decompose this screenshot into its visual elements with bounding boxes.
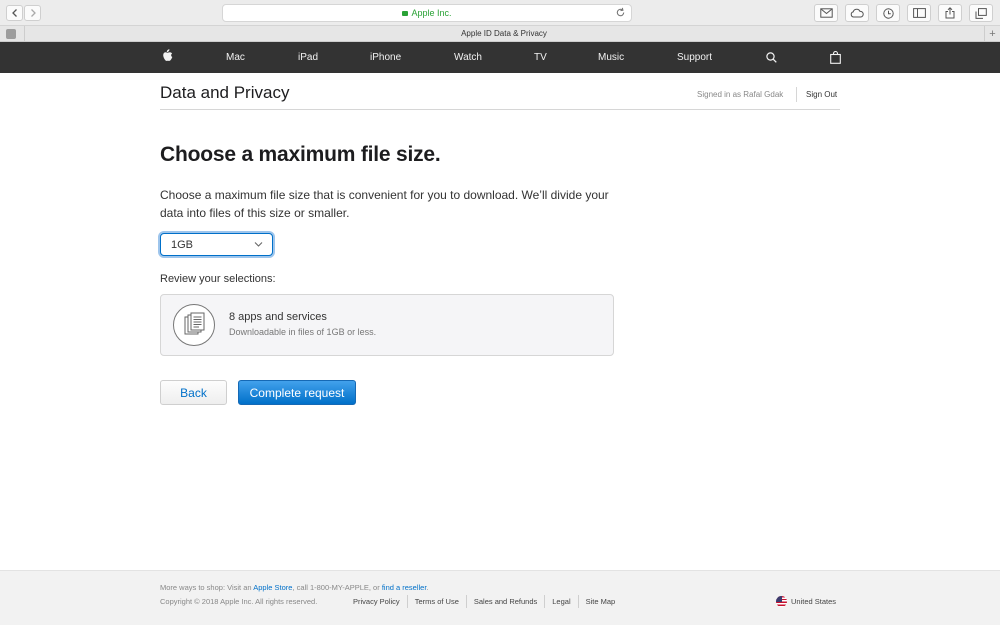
tabs-overview-button[interactable] bbox=[969, 4, 993, 22]
localnav-divider bbox=[796, 87, 797, 102]
clock-icon bbox=[882, 7, 894, 19]
address-bar[interactable]: Apple Inc. bbox=[222, 4, 632, 22]
signed-in-text: Signed in as Rafal Gdak bbox=[697, 90, 784, 99]
sidebar-icon bbox=[912, 8, 926, 18]
apple-logo-icon[interactable] bbox=[162, 49, 173, 62]
us-flag-icon bbox=[776, 596, 787, 607]
footer: More ways to shop: Visit an Apple Store,… bbox=[0, 570, 1000, 625]
step-description: Choose a maximum file size that is conve… bbox=[160, 188, 609, 220]
chevron-down-icon bbox=[254, 242, 263, 247]
cloud-icon bbox=[850, 8, 864, 18]
more-ways-to-shop: More ways to shop: Visit an Apple Store,… bbox=[160, 583, 429, 592]
tab-favicon-icon bbox=[6, 29, 16, 39]
bag-icon[interactable] bbox=[830, 51, 841, 64]
new-tab-button[interactable]: + bbox=[984, 26, 1000, 42]
nav-item-ipad[interactable]: iPad bbox=[298, 52, 318, 63]
country-selector[interactable]: United States bbox=[776, 596, 836, 607]
documents-icon bbox=[173, 304, 215, 346]
sidebar-button[interactable] bbox=[907, 4, 931, 22]
page-title: Data and Privacy bbox=[160, 83, 290, 102]
chevron-right-icon bbox=[30, 9, 36, 17]
share-button[interactable] bbox=[938, 4, 962, 22]
local-nav: Data and Privacy Signed in as Rafal Gdak… bbox=[160, 83, 840, 110]
footer-link-sales-and-refunds[interactable]: Sales and Refunds bbox=[465, 595, 544, 608]
file-size-value: 1GB bbox=[171, 239, 194, 251]
forward-nav-button[interactable] bbox=[24, 5, 41, 21]
nav-item-tv[interactable]: TV bbox=[534, 52, 547, 63]
plus-icon: + bbox=[989, 28, 996, 40]
mail-button[interactable] bbox=[814, 4, 838, 22]
global-nav: Mac iPad iPhone Watch TV Music Support bbox=[0, 42, 1000, 73]
review-selection-card: 8 apps and services Downloadable in file… bbox=[160, 294, 614, 356]
history-button[interactable] bbox=[876, 4, 900, 22]
back-nav-button[interactable] bbox=[6, 5, 23, 21]
sign-out-link[interactable]: Sign Out bbox=[806, 90, 837, 99]
complete-request-button[interactable]: Complete request bbox=[238, 380, 356, 405]
share-icon bbox=[945, 7, 955, 19]
review-card-title: 8 apps and services bbox=[229, 311, 327, 323]
nav-item-music[interactable]: Music bbox=[598, 52, 624, 63]
footer-link-terms-of-use[interactable]: Terms of Use bbox=[406, 595, 466, 608]
footer-link-site-map[interactable]: Site Map bbox=[577, 595, 623, 608]
reload-icon[interactable] bbox=[615, 7, 626, 18]
back-button[interactable]: Back bbox=[160, 380, 227, 405]
find-reseller-link[interactable]: find a reseller bbox=[382, 583, 427, 592]
nav-item-iphone[interactable]: iPhone bbox=[370, 52, 401, 63]
nav-item-watch[interactable]: Watch bbox=[454, 52, 482, 63]
file-size-select[interactable]: 1GB bbox=[160, 233, 273, 256]
review-card-subtitle: Downloadable in files of 1GB or less. bbox=[229, 327, 377, 337]
shop-prefix-text: More ways to shop: Visit an bbox=[160, 583, 254, 592]
search-icon[interactable] bbox=[766, 52, 777, 63]
apple-store-link[interactable]: Apple Store bbox=[253, 583, 292, 592]
shop-middle-text: , call 1-800-MY-APPLE, or bbox=[292, 583, 382, 592]
mail-icon bbox=[819, 8, 833, 18]
step-heading: Choose a maximum file size. bbox=[160, 143, 441, 166]
chevron-left-icon bbox=[11, 9, 17, 17]
shop-suffix-text: . bbox=[426, 583, 429, 592]
footer-link-privacy-policy[interactable]: Privacy Policy bbox=[346, 595, 407, 608]
nav-item-mac[interactable]: Mac bbox=[226, 52, 245, 63]
country-name: United States bbox=[791, 597, 837, 606]
lock-icon bbox=[402, 11, 409, 16]
nav-item-support[interactable]: Support bbox=[677, 52, 712, 63]
browser-toolbar: Apple Inc. bbox=[0, 0, 1000, 26]
footer-link-legal[interactable]: Legal bbox=[544, 595, 577, 608]
footer-links: Privacy Policy Terms of Use Sales and Re… bbox=[346, 595, 622, 608]
tabs-icon bbox=[975, 7, 987, 19]
icloud-button[interactable] bbox=[845, 4, 869, 22]
url-text: Apple Inc. bbox=[411, 8, 452, 18]
tab-title[interactable]: Apple ID Data & Privacy bbox=[24, 29, 984, 38]
review-label: Review your selections: bbox=[160, 273, 276, 285]
tab-bar: Apple ID Data & Privacy + bbox=[0, 26, 1000, 42]
copyright: Copyright © 2018 Apple Inc. All rights r… bbox=[160, 597, 318, 606]
